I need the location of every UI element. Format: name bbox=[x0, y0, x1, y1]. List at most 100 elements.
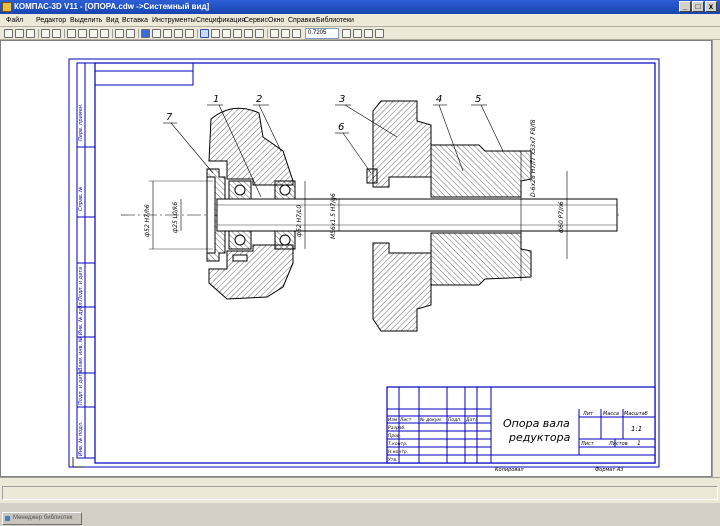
manager-icon[interactable] bbox=[141, 29, 150, 38]
library-icon[interactable] bbox=[152, 29, 161, 38]
stamp-original-inv: Инв. № подл. bbox=[78, 422, 84, 457]
dim-h7-mid: ф52 H7/L0 bbox=[296, 205, 303, 237]
vertical-scrollbar[interactable] bbox=[712, 40, 720, 477]
stamp-reference: Справ. № bbox=[78, 187, 84, 211]
title-bar: КОМПАС-3D V11 - [ОПОРА.cdw ->Системный в… bbox=[0, 0, 720, 14]
dim-shaft-left: ф25 L0/k6 bbox=[172, 202, 179, 233]
standard-toolbar: 0.7205 bbox=[0, 27, 720, 40]
tb-sheets: Листов bbox=[608, 441, 628, 447]
open-file-icon[interactable] bbox=[15, 29, 24, 38]
copied-label: Копировал bbox=[495, 467, 524, 473]
tb-name-line1: Опора вала bbox=[503, 417, 570, 430]
paste-icon[interactable] bbox=[89, 29, 98, 38]
refresh-icon[interactable] bbox=[375, 29, 384, 38]
round-icon[interactable] bbox=[244, 29, 253, 38]
zoom-window-icon[interactable] bbox=[292, 29, 301, 38]
status-bar bbox=[0, 483, 720, 503]
menu-insert[interactable]: Вставка bbox=[122, 15, 148, 26]
tb-lit: Лит bbox=[582, 411, 594, 417]
tb-role-checker: Пров. bbox=[388, 433, 401, 439]
close-button[interactable]: x bbox=[705, 1, 717, 12]
tb-sheets-value: 1 bbox=[637, 440, 641, 447]
preview-icon[interactable] bbox=[52, 29, 61, 38]
drawing-sheet[interactable]: Перв. примен. Справ. № Подп. и дата Инв.… bbox=[1, 41, 711, 476]
pan-icon[interactable] bbox=[353, 29, 362, 38]
dim-h7-left: ф52 H7/h6 bbox=[144, 204, 151, 237]
minimize-button[interactable]: _ bbox=[679, 1, 691, 12]
zoom-arrows-icon[interactable] bbox=[342, 29, 351, 38]
zoom-field[interactable]: 0.7205 bbox=[305, 28, 339, 39]
callout-4: 4 bbox=[436, 94, 442, 105]
grid-snap-icon[interactable] bbox=[222, 29, 231, 38]
callout-7: 7 bbox=[166, 112, 173, 123]
tb-col-izm: Изм bbox=[388, 417, 398, 423]
menu-service[interactable]: Сервис bbox=[244, 15, 268, 26]
help-pointer-icon[interactable] bbox=[255, 29, 264, 38]
zoom-out-icon[interactable] bbox=[281, 29, 290, 38]
library-manager-label: Менеджер библиотек bbox=[13, 515, 73, 521]
menu-specification[interactable]: Спецификация bbox=[196, 15, 245, 26]
redo-icon[interactable] bbox=[126, 29, 135, 38]
library-manager-button[interactable]: Менеджер библиотек bbox=[2, 512, 82, 525]
stamp-replace-inv: Взам. инв. № bbox=[78, 337, 84, 371]
tb-scale: Масштаб bbox=[624, 411, 648, 417]
stamp-sign-date-2: Подп. и дата bbox=[78, 371, 84, 405]
new-file-icon[interactable] bbox=[4, 29, 13, 38]
tb-col-list: Лист bbox=[399, 417, 412, 423]
tb-role-ncontrol: Н.контр. bbox=[388, 449, 408, 455]
status-field bbox=[2, 486, 718, 500]
ortho-icon[interactable] bbox=[233, 29, 242, 38]
tb-mass: Масса bbox=[603, 411, 619, 417]
callout-3: 3 bbox=[339, 94, 345, 105]
format-label: Формат A3 bbox=[595, 467, 623, 473]
zoom-all-icon[interactable] bbox=[364, 29, 373, 38]
snap-local-icon[interactable] bbox=[211, 29, 220, 38]
snap-icon[interactable] bbox=[200, 29, 209, 38]
properties-icon[interactable] bbox=[100, 29, 109, 38]
menu-view[interactable]: Вид bbox=[106, 15, 119, 26]
stamp-first-use: Перв. примен. bbox=[78, 103, 84, 141]
stamp-dup-inv: Инв. № дубл. bbox=[78, 301, 84, 335]
menu-tools[interactable]: Инструменты bbox=[152, 15, 196, 26]
save-icon[interactable] bbox=[26, 29, 35, 38]
copy-icon[interactable] bbox=[78, 29, 87, 38]
cut-icon[interactable] bbox=[67, 29, 76, 38]
tb-role-developer: Разраб. bbox=[388, 425, 406, 431]
menu-bar: Файл Редактор Выделить Вид Вставка Инстр… bbox=[0, 14, 720, 27]
tb-name-line2: редуктора bbox=[508, 431, 571, 444]
menu-libraries[interactable]: Библиотеки bbox=[316, 15, 354, 26]
dim-right: ф60 P7/n6 bbox=[558, 201, 565, 233]
callout-6: 6 bbox=[338, 122, 344, 133]
variables-icon[interactable] bbox=[163, 29, 172, 38]
bottom-panel: Менеджер библиотек bbox=[0, 503, 720, 526]
callout-1: 1 bbox=[213, 94, 219, 105]
menu-file[interactable]: Файл bbox=[6, 15, 23, 26]
tb-col-sign: Подп. bbox=[448, 417, 462, 423]
app-icon bbox=[2, 2, 12, 12]
measure-icon[interactable] bbox=[185, 29, 194, 38]
menu-editor[interactable]: Редактор bbox=[36, 15, 66, 26]
zoom-in-icon[interactable] bbox=[270, 29, 279, 38]
calculator-icon[interactable] bbox=[174, 29, 183, 38]
library-manager-icon bbox=[5, 516, 10, 521]
tb-role-tcontrol: Т.контр. bbox=[388, 441, 408, 447]
print-icon[interactable] bbox=[41, 29, 50, 38]
drawing-workspace[interactable]: Перв. примен. Справ. № Подп. и дата Инв.… bbox=[0, 40, 712, 477]
window-title: КОМПАС-3D V11 - [ОПОРА.cdw ->Системный в… bbox=[14, 2, 210, 11]
tb-scale-value: 1:1 bbox=[631, 425, 642, 433]
tb-col-date: Дата bbox=[465, 417, 478, 423]
dim-spline: D-6x28 H7/f7 x33x7 F8/f8 bbox=[530, 119, 537, 197]
menu-window[interactable]: Окно bbox=[268, 15, 284, 26]
menu-help[interactable]: Справка bbox=[288, 15, 315, 26]
stamp-sign-date-1: Подп. и дата bbox=[78, 267, 84, 301]
dim-thread: M56x1.5 H7/g6 bbox=[330, 193, 337, 239]
tb-col-doc: № докум. bbox=[419, 417, 442, 423]
menu-select[interactable]: Выделить bbox=[70, 15, 102, 26]
title-block: Изм Лист № докум. Подп. Дата Разраб. Про… bbox=[386, 386, 656, 464]
maximize-button[interactable]: □ bbox=[692, 1, 704, 12]
tb-sheet: Лист bbox=[580, 441, 595, 447]
callout-5: 5 bbox=[475, 94, 481, 105]
callout-2: 2 bbox=[256, 94, 262, 105]
tb-role-approved: Утв. bbox=[388, 457, 397, 463]
undo-icon[interactable] bbox=[115, 29, 124, 38]
